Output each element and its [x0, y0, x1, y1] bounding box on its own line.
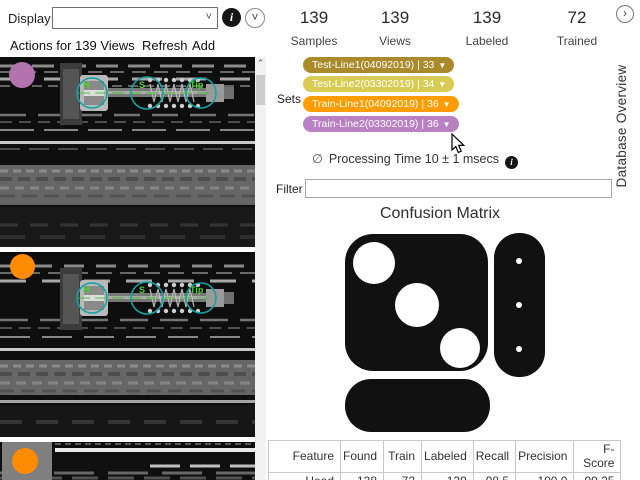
filter-label: Filter	[276, 182, 303, 196]
dropdown-arrow-icon[interactable]: ▼	[438, 80, 446, 89]
app-window: Display ˅ i ˅ Actions for 139 Views Refr…	[0, 0, 640, 480]
stat-samples-label: Samples	[291, 34, 338, 48]
set-tag-text: Test-Line1(04092019) | 33	[312, 59, 434, 71]
add-button[interactable]: Add	[192, 38, 215, 53]
set-tag-test-line2[interactable]: Test-Line2(03302019) | 34 ▼	[303, 76, 454, 92]
cell-train: 72	[384, 473, 422, 480]
dropdown-arrow-icon[interactable]: ▼	[438, 61, 446, 70]
chevron-down-icon: ˅	[206, 11, 212, 23]
cell-found: 138	[341, 473, 384, 480]
sample-status-badge	[10, 254, 35, 279]
scroll-up-icon[interactable]: ⌃	[255, 57, 266, 69]
sample-status-badge	[12, 448, 38, 474]
stat-trained-label: Trained	[557, 34, 597, 48]
scrollbar-thumb[interactable]	[256, 75, 265, 105]
confusion-matrix-graphic	[330, 225, 560, 435]
info-icon[interactable]: i	[505, 156, 518, 169]
cell-fscore: 99.25	[574, 473, 621, 480]
mouse-cursor	[451, 133, 467, 155]
annotation-label: H	[83, 285, 90, 295]
stat-trained-value: 72	[568, 8, 587, 28]
col-recall[interactable]: Recall	[473, 441, 515, 473]
annotation-label: S	[139, 285, 145, 295]
set-tag-text: Test-Line2(03302019) | 34	[312, 78, 434, 90]
actions-menu[interactable]: Actions for 139 Views	[10, 38, 135, 53]
gallery-scrollbar[interactable]: ⌃	[255, 57, 266, 480]
display-label: Display	[8, 11, 51, 26]
dropdown-arrow-icon[interactable]: ▼	[443, 120, 451, 129]
cell-recall: 98.5	[473, 473, 515, 480]
results-table-header-row: Feature Found Train Labeled Recall Preci…	[269, 441, 621, 473]
stat-labeled-value: 139	[473, 8, 501, 28]
stat-views-value: 139	[381, 8, 409, 28]
xray-image-2: H S Tip	[0, 252, 255, 437]
cell-precision: 100.0	[516, 473, 574, 480]
set-tag-test-line1[interactable]: Test-Line1(04092019) | 33 ▼	[303, 57, 454, 73]
set-tag-train-line2[interactable]: Train-Line2(03302019) | 36 ▼	[303, 116, 459, 132]
confusion-matrix-title: Confusion Matrix	[330, 205, 550, 223]
cell-labeled: 139	[422, 473, 474, 480]
stat-samples-value: 139	[300, 8, 328, 28]
annotation-label: S	[139, 80, 145, 90]
average-symbol: ∅	[312, 152, 323, 166]
sample-thumbnail-1[interactable]: H S Tip	[0, 57, 255, 247]
sample-thumbnail-3[interactable]	[0, 442, 255, 480]
stat-labeled-label: Labeled	[466, 34, 509, 48]
col-labeled[interactable]: Labeled	[422, 441, 474, 473]
set-tag-train-line1[interactable]: Train-Line1(04092019) | 36 ▼	[303, 96, 459, 112]
table-row[interactable]: Head 138 72 139 98.5 100.0 99.25	[269, 473, 621, 480]
stat-views-label: Views	[379, 34, 411, 48]
sample-status-badge	[9, 62, 35, 88]
col-found[interactable]: Found	[341, 441, 384, 473]
sets-label: Sets	[277, 92, 301, 106]
filter-input[interactable]	[305, 179, 612, 198]
processing-time: ∅ Processing Time 10 ± 1 msecs i	[270, 151, 560, 169]
info-button[interactable]: i	[222, 8, 241, 27]
xray-image-1: H S Tip	[0, 57, 255, 247]
dropdown-arrow-icon[interactable]: ▼	[443, 100, 451, 109]
annotation-label: Tip	[190, 80, 204, 90]
refresh-button[interactable]: Refresh	[142, 38, 188, 53]
display-dropdown[interactable]: ˅	[52, 7, 218, 29]
col-precision[interactable]: Precision	[516, 441, 574, 473]
tab-database-overview[interactable]: Database Overview	[614, 16, 634, 236]
col-fscore[interactable]: F-Score	[574, 441, 621, 473]
col-feature[interactable]: Feature	[269, 441, 341, 473]
col-train[interactable]: Train	[384, 441, 422, 473]
collapse-button[interactable]: ˅	[245, 8, 265, 28]
sample-thumbnail-2[interactable]: H S Tip	[0, 252, 255, 437]
annotation-label: H	[83, 80, 90, 90]
set-tag-text: Train-Line1(04092019) | 36	[312, 98, 439, 110]
results-table: Feature Found Train Labeled Recall Preci…	[268, 440, 621, 480]
cell-feature: Head	[269, 473, 341, 480]
annotation-label: Tip	[190, 285, 204, 295]
processing-time-text: Processing Time 10 ± 1 msecs	[329, 152, 499, 166]
matrix-bottom-row	[345, 379, 490, 432]
set-tag-text: Train-Line2(03302019) | 36	[312, 118, 439, 130]
xray-image-3	[0, 442, 255, 480]
